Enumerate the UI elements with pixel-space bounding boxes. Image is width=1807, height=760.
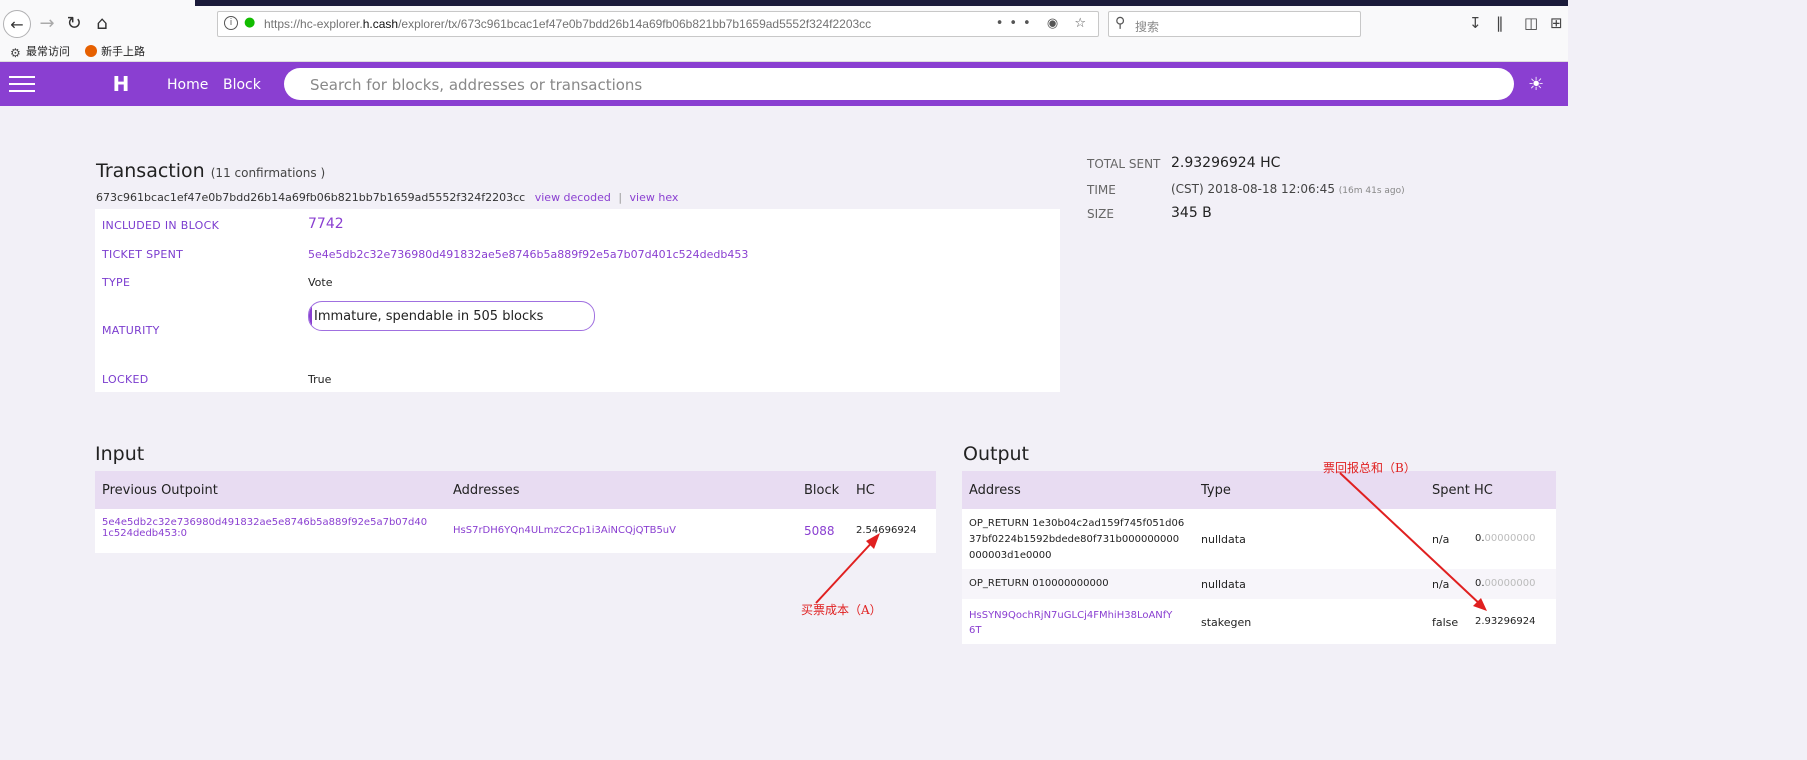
output-row-2-type: nulldata: [1201, 578, 1246, 591]
menu-icon[interactable]: [9, 76, 35, 92]
maturity-progress: Immature, spendable in 505 blocks: [308, 301, 595, 331]
bookmark-star-icon: ☆: [1074, 16, 1092, 31]
url-text[interactable]: https://hc-explorer.h.cash/explorer/tx/6…: [264, 17, 871, 31]
transaction-details: INCLUDED IN BLOCK 7742 TICKET SPENT 5e4e…: [95, 209, 1060, 392]
library-icon[interactable]: ‖: [1496, 14, 1504, 32]
input-block-link[interactable]: 5088: [804, 524, 835, 538]
back-icon[interactable]: ←: [3, 10, 31, 38]
tx-hash: 673c961bcac1ef47e0b7bdd26b14a69fb06b821b…: [96, 191, 526, 204]
nav-home[interactable]: Home: [167, 77, 208, 93]
hcash-logo-icon[interactable]: H: [107, 71, 135, 97]
locked-label: LOCKED: [102, 373, 149, 386]
output-row-2-spent: n/a: [1432, 578, 1450, 591]
type-value: Vote: [308, 276, 333, 289]
lock-icon: ●: [244, 15, 256, 30]
type-label: TYPE: [102, 276, 131, 289]
download-icon[interactable]: ↧: [1469, 14, 1482, 32]
forward-icon[interactable]: →: [33, 10, 61, 38]
nav-block[interactable]: Block: [223, 77, 261, 93]
col-previous-outpoint: Previous Outpoint: [102, 483, 218, 498]
home-icon[interactable]: ⌂: [88, 10, 116, 38]
search-icon: ⚲: [1115, 15, 1126, 31]
col-hc: HC: [1474, 483, 1493, 498]
col-type: Type: [1201, 483, 1231, 498]
included-in-block-link[interactable]: 7742: [308, 216, 344, 232]
col-hc: HC: [856, 483, 875, 498]
url-bar[interactable]: i ● https://hc-explorer.h.cash/explorer/…: [217, 11, 1099, 37]
output-row-3-hc: 2.93296924: [1475, 616, 1536, 627]
reward-annotation: 票回报总和（B）: [1323, 461, 1416, 475]
sun-icon[interactable]: ☀: [1528, 74, 1544, 95]
output-row-3-address-link[interactable]: HsSYN9QochRjN7uGLCj4FMhiH38LoANfY 6T: [969, 608, 1172, 638]
output-table-header: Address Type Spent HC: [962, 471, 1556, 509]
col-addresses: Addresses: [453, 483, 520, 498]
tab-strip: [195, 0, 1568, 6]
input-title: Input: [95, 443, 145, 465]
browser-search-box[interactable]: ⚲ 搜索: [1108, 11, 1361, 37]
size-value: 345 B: [1171, 205, 1212, 221]
output-table: Address Type Spent HC OP_RETURN 1e30b04c…: [962, 471, 1556, 644]
input-table: Previous Outpoint Addresses Block HC 5e4…: [95, 471, 936, 553]
total-sent-value: 2.93296924 HC: [1171, 155, 1281, 171]
gear-icon: ⚙: [10, 46, 21, 60]
ticket-spent-link[interactable]: 5e4e5db2c32e736980d491832ae5e8746b5a889f…: [308, 248, 748, 261]
ticket-spent-label: TICKET SPENT: [102, 248, 184, 261]
tx-hash-line: 673c961bcac1ef47e0b7bdd26b14a69fb06b821b…: [96, 191, 678, 204]
col-block: Block: [804, 483, 840, 498]
input-address-link[interactable]: HsS7rDH6YQn4ULmzC2Cp1i3AiNCQjQTB5uV: [453, 525, 676, 536]
cost-annotation: 买票成本（A）: [801, 603, 882, 617]
reload-icon[interactable]: ↻: [60, 10, 88, 38]
time-value: (CST) 2018-08-18 12:06:45 (16m 41s ago): [1171, 182, 1405, 196]
bookmarks-bar: ⚙ 最常访问 新手上路: [10, 43, 157, 60]
bookmark-most-visited[interactable]: ⚙ 最常访问: [10, 43, 70, 60]
output-row-2-hc: 0.00000000: [1475, 578, 1536, 589]
output-row-1-address: OP_RETURN 1e30b04c2ad159f745f051d06 37bf0…: [969, 518, 1185, 561]
input-outpoint-link[interactable]: 5e4e5db2c32e736980d491832ae5e8746b5a889f…: [102, 517, 427, 539]
input-hc-value: 2.54696924: [856, 525, 917, 536]
output-row-1-spent: n/a: [1432, 533, 1450, 546]
output-row-1-hc: 0.00000000: [1475, 533, 1536, 544]
input-table-header: Previous Outpoint Addresses Block HC: [95, 471, 936, 509]
sidebar-icon[interactable]: ◫: [1524, 14, 1538, 32]
view-hex-link[interactable]: view hex: [630, 191, 679, 204]
col-spent: Spent: [1432, 483, 1470, 498]
output-row-2-address: OP_RETURN 010000000000: [969, 578, 1109, 589]
total-sent-label: TOTAL SENT: [1087, 157, 1161, 171]
time-label: TIME: [1087, 183, 1116, 197]
firefox-icon: [85, 45, 98, 57]
locked-value: True: [308, 373, 332, 386]
confirmations: (11 confirmations ): [210, 166, 326, 180]
screenshot-icon[interactable]: ⊞: [1550, 14, 1563, 32]
output-row-3-spent: false: [1432, 616, 1459, 629]
site-search-input[interactable]: Search for blocks, addresses or transact…: [284, 68, 1514, 100]
site-search-placeholder: Search for blocks, addresses or transact…: [310, 76, 643, 94]
more-icon: •••: [995, 16, 1037, 31]
info-icon[interactable]: i: [224, 16, 238, 30]
url-actions[interactable]: ••• ◉ ☆: [996, 16, 1092, 31]
bookmark-getting-started[interactable]: 新手上路: [85, 43, 145, 59]
maturity-label: MATURITY: [102, 324, 160, 337]
col-address: Address: [969, 483, 1021, 498]
output-row-1-type: nulldata: [1201, 533, 1246, 546]
output-row-3-type: stakegen: [1201, 616, 1252, 629]
browser-search-placeholder: 搜索: [1135, 20, 1160, 34]
maturity-progress-fill: [309, 302, 312, 330]
included-in-block-label: INCLUDED IN BLOCK: [102, 219, 220, 232]
page-title: Transaction (11 confirmations ): [96, 160, 326, 182]
link-separator: |: [618, 191, 623, 204]
time-ago: (16m 41s ago): [1338, 186, 1405, 196]
maturity-text: Immature, spendable in 505 blocks: [314, 309, 544, 324]
pocket-icon: ◉: [1046, 16, 1065, 31]
output-title: Output: [963, 443, 1029, 465]
view-decoded-link[interactable]: view decoded: [535, 191, 611, 204]
size-label: SIZE: [1087, 207, 1114, 221]
